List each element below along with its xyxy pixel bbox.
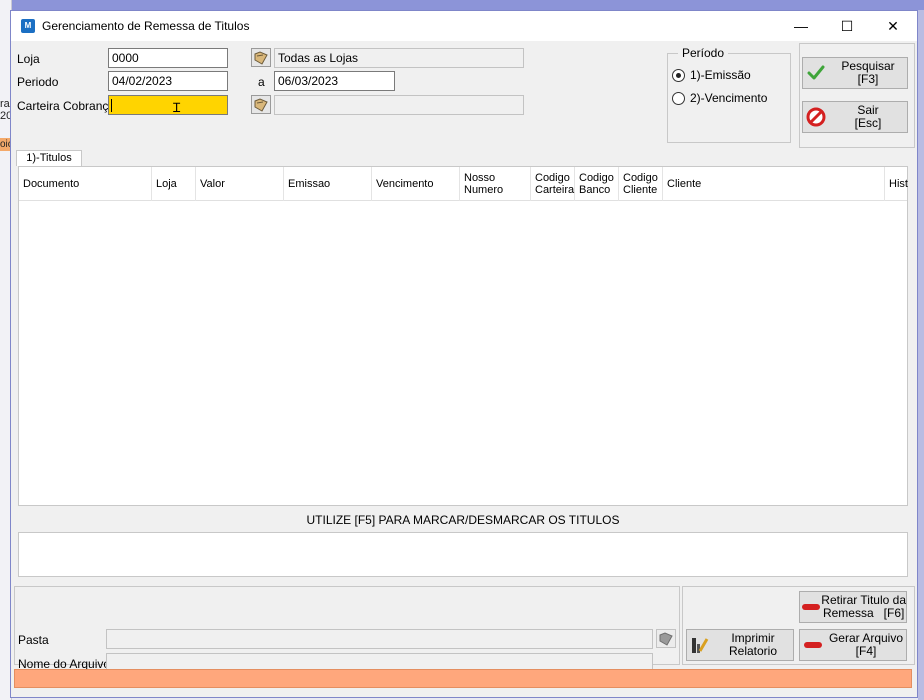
- col-emissao[interactable]: Emissao: [284, 167, 372, 201]
- grid-header: Documento Loja Valor Emissao Vencimento …: [19, 167, 908, 201]
- grid-hint-text: UTILIZE [F5] PARA MARCAR/DESMARCAR OS TI…: [306, 513, 620, 527]
- pasta-input: [106, 629, 653, 649]
- carteira-lookup-button[interactable]: [251, 95, 271, 114]
- carteira-description: [274, 95, 524, 115]
- periodo-group-title: Período: [678, 46, 729, 60]
- pesquisar-label: Pesquisar [F3]: [841, 59, 895, 86]
- pesquisar-button[interactable]: Pesquisar [F3]: [802, 57, 908, 89]
- main-window: M Gerenciamento de Remessa de Titulos — …: [10, 10, 918, 698]
- periodo-end-input[interactable]: 06/03/2023: [274, 71, 395, 91]
- ibeam-cursor-icon: Ɪ: [173, 100, 181, 115]
- pasta-lookup-button[interactable]: [656, 629, 676, 648]
- carteira-label: Carteira Cobrança: [17, 99, 116, 113]
- stop-icon: [806, 107, 826, 127]
- background-left-text: ra: [0, 98, 10, 110]
- radio-emissao[interactable]: 1)-Emissão: [672, 68, 751, 82]
- info-box: [18, 532, 908, 577]
- retirar-titulo-label: Retirar Titulo da Remessa [F6]: [821, 593, 906, 620]
- radio-unselected-icon: [672, 91, 685, 105]
- titulos-grid[interactable]: Documento Loja Valor Emissao Vencimento …: [18, 166, 908, 506]
- app-icon: M: [21, 19, 35, 33]
- search-actions-panel: Pesquisar [F3] Sair [Esc]: [799, 43, 915, 148]
- minimize-button[interactable]: —: [778, 11, 824, 41]
- col-cliente[interactable]: Cliente: [663, 167, 885, 201]
- output-panel: Pasta Nome do Arquivo: [14, 586, 680, 673]
- sair-button[interactable]: Sair [Esc]: [802, 101, 908, 133]
- periodo-group: Período 1)-Emissão 2)-Vencimento: [667, 46, 791, 143]
- folder-search-icon: [254, 97, 268, 112]
- loja-lookup-button[interactable]: [251, 48, 271, 67]
- maximize-button[interactable]: ☐: [824, 11, 870, 41]
- checkmark-icon: [807, 65, 825, 80]
- background-window-strip: [0, 0, 924, 10]
- col-codigo-cliente[interactable]: Codigo Cliente: [619, 167, 663, 201]
- col-vencimento[interactable]: Vencimento: [372, 167, 460, 201]
- remessa-actions-panel: Retirar Titulo da Remessa [F6] Imprimir …: [682, 586, 915, 665]
- folder-search-icon: [659, 631, 673, 646]
- col-hist[interactable]: Hist: [885, 167, 908, 201]
- carteira-input[interactable]: Ɪ: [108, 95, 228, 115]
- periodo-separator: a: [258, 75, 265, 89]
- radio-vencimento-label: 2)-Vencimento: [690, 91, 768, 105]
- window-title: Gerenciamento de Remessa de Titulos: [42, 19, 250, 33]
- radio-selected-icon: [672, 68, 685, 82]
- radio-emissao-label: 1)-Emissão: [690, 68, 751, 82]
- retirar-titulo-button[interactable]: Retirar Titulo da Remessa [F6]: [799, 591, 907, 623]
- report-print-icon: [692, 638, 709, 653]
- radio-vencimento[interactable]: 2)-Vencimento: [672, 91, 767, 105]
- col-codigo-carteira[interactable]: Codigo Carteira: [531, 167, 575, 201]
- col-codigo-banco[interactable]: Codigo Banco: [575, 167, 619, 201]
- periodo-label: Periodo: [17, 75, 59, 89]
- background-right-strip: [918, 10, 924, 700]
- loja-label: Loja: [17, 52, 40, 66]
- loja-input[interactable]: 0000: [108, 48, 228, 68]
- col-valor[interactable]: Valor: [196, 167, 284, 201]
- periodo-start-input[interactable]: 04/02/2023: [108, 71, 228, 91]
- sair-label: Sair [Esc]: [854, 103, 882, 130]
- imprimir-relatorio-button[interactable]: Imprimir Relatorio: [686, 629, 794, 661]
- pasta-label: Pasta: [18, 633, 49, 647]
- close-button[interactable]: ✕: [870, 11, 916, 41]
- col-nosso-numero[interactable]: Nosso Numero: [460, 167, 531, 201]
- title-bar[interactable]: M Gerenciamento de Remessa de Titulos — …: [11, 11, 917, 41]
- status-bar: [14, 669, 912, 688]
- gerar-arquivo-label: Gerar Arquivo [F4]: [828, 631, 904, 658]
- remove-icon: [801, 604, 820, 610]
- gerar-arquivo-button[interactable]: Gerar Arquivo [F4]: [799, 629, 907, 661]
- col-documento[interactable]: Documento: [19, 167, 152, 201]
- folder-search-icon: [254, 50, 268, 65]
- tab-titulos[interactable]: 1)-Titulos: [16, 150, 82, 166]
- text-caret: [111, 99, 112, 112]
- loja-description: Todas as Lojas: [274, 48, 524, 68]
- generate-file-icon: [804, 642, 822, 648]
- col-loja[interactable]: Loja: [152, 167, 196, 201]
- imprimir-relatorio-label: Imprimir Relatorio: [728, 631, 778, 658]
